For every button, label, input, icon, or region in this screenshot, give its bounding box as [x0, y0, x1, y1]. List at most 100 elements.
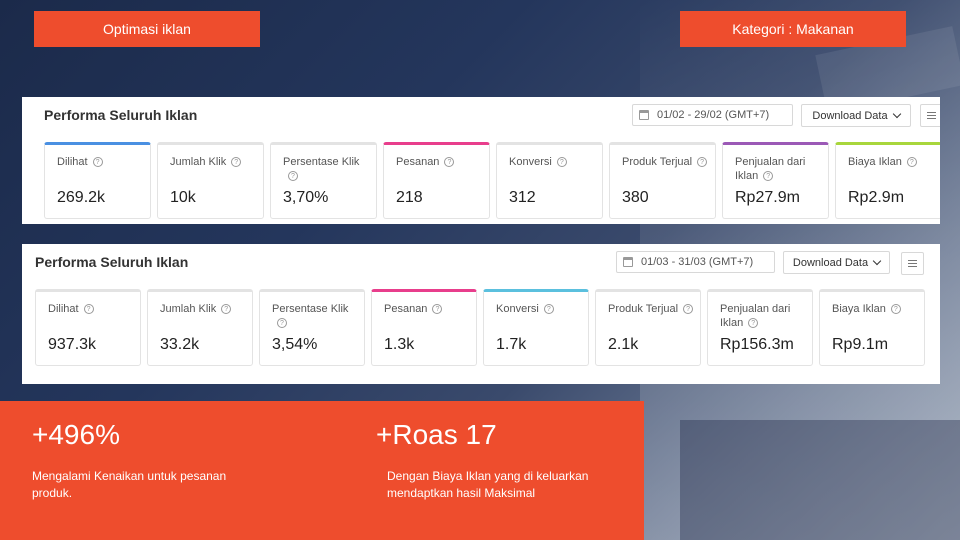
- metric-label: Pesanan?: [396, 155, 482, 169]
- metric-card[interactable]: Produk Terjual? 380: [609, 142, 716, 219]
- metric-value: 1.7k: [496, 336, 527, 353]
- chevron-down-icon: [872, 256, 882, 266]
- metric-value: 937.3k: [48, 336, 97, 353]
- metric-label: Penjualan dari Iklan?: [720, 302, 806, 330]
- stat1-value: +496%: [32, 419, 120, 450]
- help-icon[interactable]: ?: [277, 318, 287, 329]
- metric-label-text: Biaya Iklan: [832, 303, 886, 315]
- metric-card[interactable]: Persentase Klik? 3,54%: [259, 289, 365, 366]
- metric-label-text: Pesanan: [384, 303, 428, 315]
- metric-label: Persentase Klik?: [283, 155, 369, 183]
- metric-card[interactable]: Produk Terjual? 2.1k: [595, 289, 701, 366]
- metric-label: Biaya Iklan?: [848, 155, 934, 169]
- metric-label: Produk Terjual?: [608, 302, 694, 316]
- metric-value: 1.3k: [384, 336, 415, 353]
- download-data-label: Download Data: [812, 109, 888, 122]
- metric-label-text: Konversi: [496, 303, 539, 315]
- metric-label: Konversi?: [509, 155, 595, 169]
- help-icon[interactable]: ?: [697, 157, 708, 168]
- metric-card[interactable]: Konversi? 312: [496, 142, 603, 219]
- menu-button[interactable]: [901, 252, 924, 275]
- performance-panel-february: Performa Seluruh Iklan 01/02 - 29/02 (GM…: [22, 97, 940, 224]
- metric-card[interactable]: Persentase Klik? 3,70%: [270, 142, 377, 219]
- metric-value: 380: [622, 189, 649, 206]
- metric-card[interactable]: Pesanan? 218: [383, 142, 490, 219]
- metric-value: 33.2k: [160, 336, 200, 353]
- help-icon[interactable]: ?: [543, 304, 554, 315]
- help-icon[interactable]: ?: [221, 304, 232, 315]
- metric-card[interactable]: Jumlah Klik? 10k: [157, 142, 264, 219]
- metric-card[interactable]: Penjualan dari Iklan? Rp27.9m: [722, 142, 829, 219]
- stat2-description: Dengan Biaya Iklan yang di keluarkan men…: [387, 469, 589, 500]
- metric-value: 10k: [170, 189, 196, 206]
- help-icon[interactable]: ?: [763, 171, 774, 182]
- metric-card[interactable]: Pesanan? 1.3k: [371, 289, 477, 366]
- date-range-text: 01/02 - 29/02 (GMT+7): [657, 109, 770, 121]
- help-icon[interactable]: ?: [231, 157, 242, 168]
- menu-button[interactable]: [920, 104, 940, 127]
- metric-card[interactable]: Penjualan dari Iklan? Rp156.3m: [707, 289, 813, 366]
- metric-label-text: Dilihat: [57, 156, 88, 168]
- metric-label-text: Produk Terjual: [608, 303, 679, 315]
- stat2-value: +Roas 17: [376, 419, 497, 450]
- metric-value: 312: [509, 189, 536, 206]
- metric-card[interactable]: Dilihat? 937.3k: [35, 289, 141, 366]
- help-icon[interactable]: ?: [444, 157, 455, 168]
- metric-label: Konversi?: [496, 302, 582, 316]
- download-data-button[interactable]: Download Data: [783, 251, 890, 274]
- performance-panel-march: Performa Seluruh Iklan 01/03 - 31/03 (GM…: [22, 244, 940, 384]
- optimasi-iklan-label: Optimasi iklan: [34, 11, 260, 47]
- metric-card[interactable]: Biaya Iklan? Rp2.9m: [835, 142, 940, 219]
- help-icon[interactable]: ?: [890, 304, 901, 315]
- metric-card[interactable]: Konversi? 1.7k: [483, 289, 589, 366]
- metric-value: 3,70%: [283, 189, 329, 206]
- metric-label-text: Persentase Klik: [272, 303, 349, 315]
- panel-title: Performa Seluruh Iklan: [44, 107, 198, 123]
- help-icon[interactable]: ?: [83, 304, 94, 315]
- metric-value: Rp9.1m: [832, 336, 889, 353]
- metric-label: Biaya Iklan?: [832, 302, 918, 316]
- menu-icon-line: [908, 260, 917, 261]
- metric-label-text: Jumlah Klik: [170, 156, 227, 168]
- metric-label-text: Biaya Iklan: [848, 156, 902, 168]
- date-range-picker[interactable]: 01/03 - 31/03 (GMT+7): [616, 251, 775, 273]
- kategori-label: Kategori : Makanan: [680, 11, 906, 47]
- metric-label-text: Dilihat: [48, 303, 79, 315]
- date-range-text: 01/03 - 31/03 (GMT+7): [641, 256, 754, 268]
- help-icon[interactable]: ?: [683, 304, 694, 315]
- metric-value: Rp156.3m: [720, 336, 794, 353]
- help-icon[interactable]: ?: [92, 157, 103, 168]
- help-icon[interactable]: ?: [288, 171, 298, 182]
- metric-card[interactable]: Biaya Iklan? Rp9.1m: [819, 289, 925, 366]
- metric-label: Jumlah Klik?: [170, 155, 256, 169]
- metric-label-text: Produk Terjual: [622, 156, 693, 168]
- metric-label: Dilihat?: [48, 302, 134, 316]
- metric-card[interactable]: Jumlah Klik? 33.2k: [147, 289, 253, 366]
- metric-value: 269.2k: [57, 189, 106, 206]
- metric-label-text: Jumlah Klik: [160, 303, 217, 315]
- metric-label-text: Pesanan: [396, 156, 440, 168]
- metric-label-text: Konversi: [509, 156, 552, 168]
- chevron-down-icon: [892, 109, 901, 119]
- panel-title: Performa Seluruh Iklan: [35, 254, 189, 270]
- help-icon[interactable]: ?: [432, 304, 443, 315]
- stat1-description: Mengalami Kenaikan untuk pesanan produk.: [32, 469, 227, 500]
- metric-label: Pesanan?: [384, 302, 470, 316]
- help-icon[interactable]: ?: [556, 157, 567, 168]
- metric-label-text: Persentase Klik: [283, 156, 360, 168]
- metric-value: 218: [396, 189, 423, 206]
- metric-label: Jumlah Klik?: [160, 302, 246, 316]
- metric-value: 2.1k: [608, 336, 639, 353]
- calendar-icon: [639, 110, 649, 120]
- metric-value: 3,54%: [272, 336, 318, 353]
- metric-value: Rp2.9m: [848, 189, 905, 206]
- metric-card[interactable]: Dilihat? 269.2k: [44, 142, 151, 219]
- download-data-label: Download Data: [792, 256, 869, 269]
- metric-value: Rp27.9m: [735, 189, 800, 206]
- download-data-button[interactable]: Download Data: [801, 104, 911, 127]
- date-range-picker[interactable]: 01/02 - 29/02 (GMT+7): [632, 104, 793, 126]
- help-icon[interactable]: ?: [748, 318, 759, 329]
- help-icon[interactable]: ?: [906, 157, 917, 168]
- metric-label: Penjualan dari Iklan?: [735, 155, 821, 183]
- menu-icon-line: [927, 112, 936, 113]
